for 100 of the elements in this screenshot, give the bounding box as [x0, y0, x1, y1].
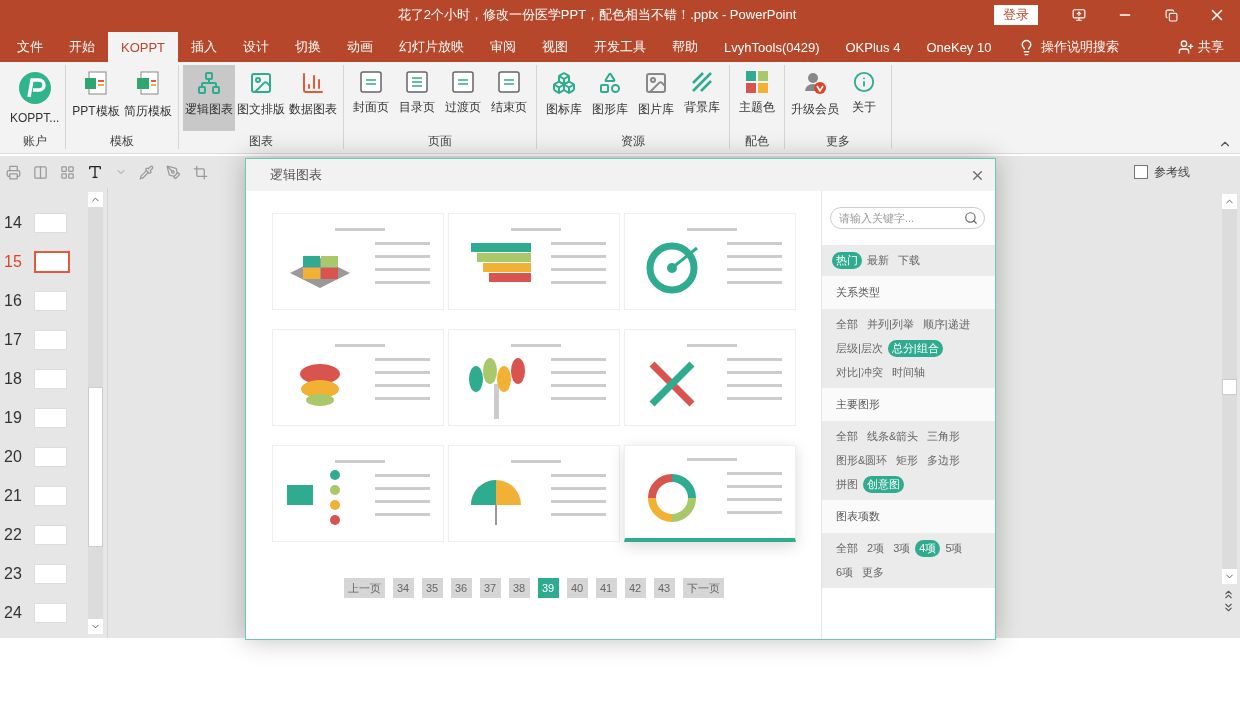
page-button[interactable]: 38	[508, 578, 530, 598]
filter-option[interactable]: 3项	[889, 540, 915, 557]
ribbon-tab[interactable]: LvyhTools(0429)	[711, 32, 833, 62]
ribbon-display-icon[interactable]	[1072, 8, 1086, 22]
ribbon-button[interactable]: 过渡页	[439, 65, 486, 131]
ribbon-tab[interactable]: KOPPT	[108, 32, 179, 62]
ribbon-tab[interactable]: 动画	[334, 32, 387, 62]
page-button[interactable]: 41	[595, 578, 617, 598]
page-button[interactable]: 39	[537, 578, 559, 598]
ribbon-button[interactable]: 逻辑图表	[182, 65, 235, 131]
filter-option[interactable]: 全部	[832, 540, 862, 557]
scrollbar-thumb[interactable]	[1222, 379, 1237, 395]
filter-option[interactable]: 更多	[858, 564, 889, 581]
filter-option[interactable]: 层级|层次	[832, 340, 887, 357]
sort-tab[interactable]: 热门	[832, 252, 862, 269]
filter-option[interactable]: 并列|列举	[863, 316, 918, 333]
ribbon-button[interactable]: 主题色	[733, 65, 780, 131]
filter-option[interactable]: 6项	[832, 564, 858, 581]
pen-icon[interactable]	[166, 164, 181, 180]
page-button[interactable]: 40	[566, 578, 588, 598]
filter-option[interactable]: 总分|组合	[887, 340, 943, 357]
filter-option[interactable]: 时间轴	[887, 364, 929, 381]
ribbon-button[interactable]: 背景库	[678, 65, 725, 131]
ribbon-button[interactable]: PPT模板	[70, 65, 122, 131]
ribbon-tab[interactable]: 审阅	[477, 32, 530, 62]
ribbon-button[interactable]: 图片库	[632, 65, 679, 131]
search-field[interactable]: 请输入关键字...	[830, 207, 985, 229]
ribbon-button[interactable]: 图文排版	[234, 65, 287, 131]
filter-option[interactable]: 5项	[941, 540, 967, 557]
slide-thumbnail[interactable]	[34, 251, 70, 273]
ribbon-tab[interactable]: 文件	[4, 32, 56, 62]
ribbon-tab[interactable]: 设计	[230, 32, 283, 62]
ribbon-button[interactable]: 关于	[840, 65, 887, 131]
filter-option[interactable]: 矩形	[892, 452, 923, 469]
page-button[interactable]: 43	[653, 578, 675, 598]
page-button[interactable]: 42	[624, 578, 646, 598]
slide-number: 24	[3, 604, 23, 622]
text-icon[interactable]	[87, 164, 103, 180]
ribbon-tab[interactable]: 开始	[56, 32, 108, 62]
columns-icon[interactable]	[33, 164, 48, 180]
ribbon-button[interactable]: KOPPT...	[8, 65, 62, 131]
group-label: 账户	[22, 133, 47, 149]
ribbon-button[interactable]: 图标库	[540, 65, 587, 131]
filter-option[interactable]: 顺序|递进	[918, 316, 974, 333]
filter-option[interactable]: 全部	[832, 316, 862, 333]
group-label: 更多	[825, 133, 850, 149]
ribbon-button[interactable]: 目录页	[393, 65, 440, 131]
login-button[interactable]: 登录	[994, 5, 1038, 25]
scrollbar-thumb[interactable]	[88, 387, 103, 547]
page-icon	[497, 71, 520, 93]
ribbon-tab[interactable]: 幻灯片放映	[386, 32, 478, 62]
ribbon-tab[interactable]: 插入	[178, 32, 231, 62]
page-button[interactable]: 36	[450, 578, 472, 598]
previous-page-button[interactable]: 上一页	[343, 578, 385, 598]
filter-option[interactable]: 三角形	[923, 428, 965, 445]
ribbon-tab[interactable]: 切换	[282, 32, 335, 62]
ribbon-button[interactable]: 图形库	[586, 65, 633, 131]
filter-option[interactable]: 创意图	[863, 476, 904, 493]
share-button[interactable]: 共享	[1172, 32, 1230, 62]
slide-number: 15	[3, 253, 23, 271]
slide-number: 23	[3, 565, 23, 583]
ribbon-button[interactable]: 简历模板	[121, 65, 174, 131]
filter-option[interactable]: 2项	[863, 540, 889, 557]
filter-option[interactable]: 4项	[915, 540, 941, 557]
picture-icon	[643, 71, 668, 95]
ribbon-tab[interactable]: 帮助	[659, 32, 712, 62]
sort-tab[interactable]: 下载	[894, 252, 924, 269]
printer-icon[interactable]	[6, 164, 21, 180]
scroll-down-icon[interactable]	[88, 619, 103, 634]
next-page-button[interactable]: 下一页	[682, 578, 724, 598]
filter-option[interactable]: 对比|冲突	[832, 364, 887, 381]
ribbon-tab[interactable]: 开发工具	[581, 32, 660, 62]
restore-icon[interactable]	[1164, 8, 1178, 22]
slide-number: 22	[3, 526, 23, 544]
page-button[interactable]: 37	[479, 578, 501, 598]
eyedropper-icon[interactable]	[139, 164, 154, 180]
page-button[interactable]: 35	[421, 578, 443, 598]
filter-option[interactable]: 多边形	[923, 452, 965, 469]
guides-checkbox[interactable]	[1134, 165, 1148, 179]
scroll-up-icon[interactable]	[1222, 194, 1237, 209]
ribbon-tab[interactable]: 视图	[529, 32, 582, 62]
filter-option[interactable]: 全部	[832, 428, 862, 445]
ribbon-tab[interactable]: OneKey 10	[913, 32, 1005, 62]
slide-number: 21	[3, 487, 23, 505]
ribbon-button[interactable]: 升级会员	[788, 65, 841, 131]
crop-icon[interactable]	[193, 164, 208, 180]
member-icon	[802, 71, 827, 95]
scroll-up-icon[interactable]	[88, 192, 103, 207]
search-icon[interactable]	[964, 211, 978, 225]
ribbon-button[interactable]: 封面页	[347, 65, 394, 131]
tell-me-search[interactable]: 操作说明搜索	[1041, 38, 1120, 56]
sort-tab[interactable]: 最新	[863, 252, 893, 269]
ribbon-tab[interactable]: OKPlus 4	[832, 32, 914, 62]
page-icon	[451, 71, 474, 93]
filter-option[interactable]: 线条&箭头	[863, 428, 923, 445]
filter-option[interactable]: 拼图	[832, 476, 862, 493]
ribbon-button[interactable]: 数据图表	[286, 65, 339, 131]
filter-option[interactable]: 图形&圆环	[832, 452, 892, 469]
page-button[interactable]: 34	[392, 578, 414, 598]
ribbon-button[interactable]: 结束页	[485, 65, 532, 131]
